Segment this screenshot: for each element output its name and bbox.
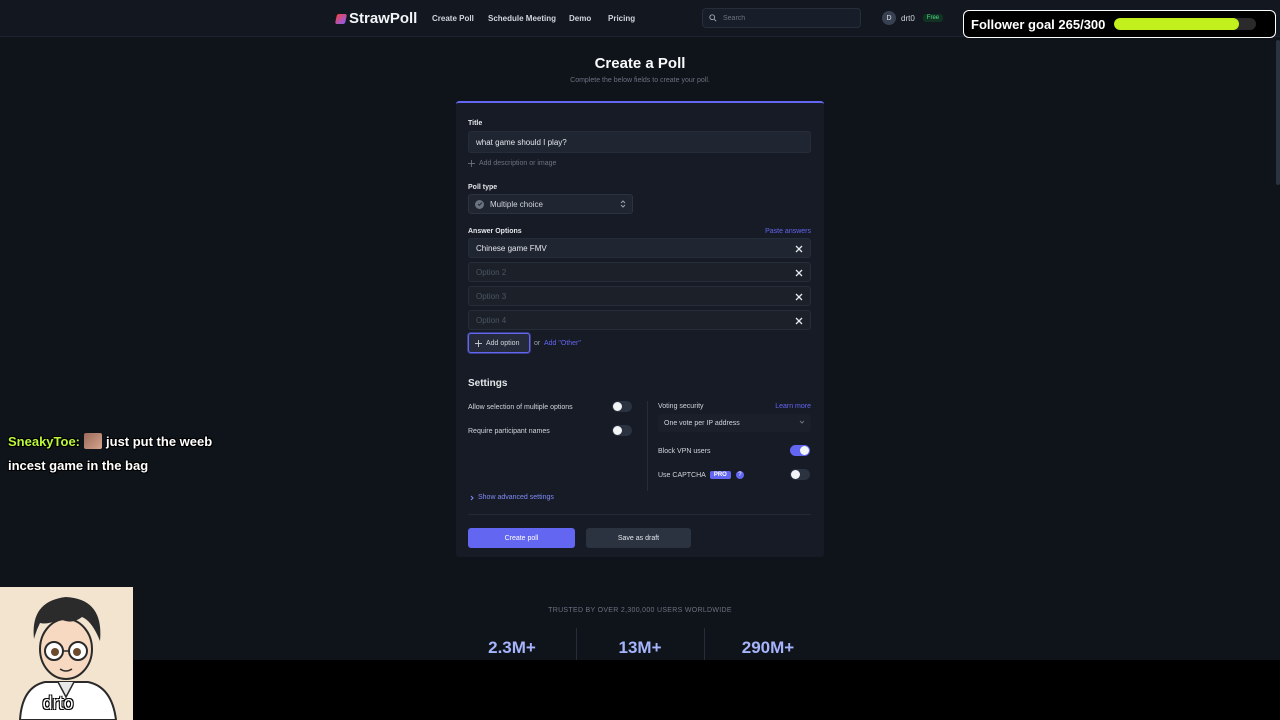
webcam-overlay: drto [0,587,133,720]
emote-icon [84,433,103,449]
logo-mark-icon [334,13,348,24]
allow-multiple-label: Allow selection of multiple options [468,404,573,411]
answer-option-1[interactable] [468,238,811,258]
captcha-label: Use CAPTCHA [658,471,706,479]
voting-security-label: Voting security [658,403,704,410]
pro-badge: PRO [709,471,731,479]
nav-link-demo[interactable]: Demo [569,14,591,23]
add-description-label: Add description or image [479,160,557,167]
require-names-label: Require participant names [468,428,550,435]
nav-link-create-poll[interactable]: Create Poll [432,14,474,23]
block-vpn-toggle[interactable] [790,445,810,456]
answer-option-3-input[interactable] [469,291,810,301]
chevron-down-icon [799,420,805,424]
toggle-knob [613,402,622,411]
chat-username: SneakyToe: [8,434,81,449]
save-draft-button[interactable]: Save as draft [586,528,691,548]
stat-value-1: 2.3M+ [488,638,536,657]
trusted-by-text: TRUSTED BY OVER 2,300,000 USERS WORLDWID… [548,607,732,614]
toggle-knob [613,426,622,435]
page-title: Create a Poll [594,55,686,72]
voting-security-value: One vote per IP address [664,419,740,427]
add-description-link[interactable]: Add description or image [468,160,556,167]
follower-goal-widget: Follower goal 265/300 [963,10,1276,38]
answer-option-1-input[interactable] [469,243,810,253]
paste-answers-link[interactable]: Paste answers [765,228,811,235]
show-advanced-settings-link[interactable]: Show advanced settings [470,494,554,501]
answer-options-label: Answer Options [468,228,522,235]
remove-option-2-close-icon[interactable] [794,268,804,278]
voting-security-select[interactable]: One vote per IP address [658,414,811,432]
strawpoll-logo[interactable]: StrawPoll [334,10,418,27]
poll-type-value: Multiple choice [490,199,543,209]
search-icon [709,14,717,22]
add-option-label: Add option [486,339,520,347]
answer-option-4[interactable] [468,310,811,330]
create-poll-button[interactable]: Create poll [468,528,575,548]
add-option-button[interactable]: Add option [468,333,530,353]
title-label: Title [468,120,483,127]
remove-option-3-close-icon[interactable] [794,292,804,302]
search-input[interactable] [723,14,853,22]
title-field[interactable] [468,131,811,153]
chevron-right-icon [470,495,474,500]
chat-message: SneakyToe: just put the weeb incest game … [8,430,248,478]
block-vpn-label: Block VPN users [658,448,711,455]
require-names-toggle[interactable] [612,425,632,436]
toggle-knob [791,470,800,479]
learn-more-link[interactable]: Learn more [775,403,811,410]
updown-chevron-icon [620,200,626,208]
actions-divider [468,514,811,515]
search-box[interactable] [702,8,861,28]
captcha-toggle[interactable] [790,469,810,480]
check-circle-icon [475,199,484,209]
stat-value-3: 290M+ [741,638,795,657]
help-icon[interactable]: ? [735,471,744,479]
title-input[interactable] [469,137,810,147]
plan-badge: Free [922,14,944,22]
toggle-knob [800,446,809,455]
answer-option-2-input[interactable] [469,267,810,277]
brand-name: StrawPoll [349,10,418,27]
answer-option-2[interactable] [468,262,811,282]
stream-bottom-bar [0,660,1280,720]
webcam-name-label: drto [42,693,74,713]
plus-icon [475,339,482,347]
stat-value-2: 13M+ [618,638,662,657]
settings-divider [647,401,648,491]
nav-link-pricing[interactable]: Pricing [608,14,635,23]
answer-option-3[interactable] [468,286,811,306]
captcha-row: Use CAPTCHA PRO? [658,471,744,479]
remove-option-4-close-icon[interactable] [794,316,804,326]
remove-option-1-close-icon[interactable] [794,244,804,254]
settings-heading: Settings [468,378,508,389]
follower-goal-progress-track [1114,18,1256,30]
page-subtitle: Complete the below fields to create your… [570,77,710,84]
add-other-link[interactable]: Add "Other" [544,340,581,347]
create-poll-card: Title Add description or image Poll type… [456,101,824,557]
allow-multiple-toggle[interactable] [612,401,632,412]
plus-icon [468,160,475,167]
show-advanced-settings-label: Show advanced settings [478,494,554,501]
follower-goal-progress-fill [1114,18,1240,30]
or-text: or [534,340,541,347]
answer-option-4-input[interactable] [469,315,810,325]
poll-type-label: Poll type [468,184,498,191]
follower-goal-label: Follower goal 265/300 [971,16,1106,32]
user-menu[interactable]: D drt0 Free [882,11,944,25]
poll-type-select[interactable]: Multiple choice [468,194,633,214]
nav-link-schedule-meeting[interactable]: Schedule Meeting [488,14,556,23]
avatar[interactable]: D [882,11,896,25]
username: drt0 [901,13,915,23]
